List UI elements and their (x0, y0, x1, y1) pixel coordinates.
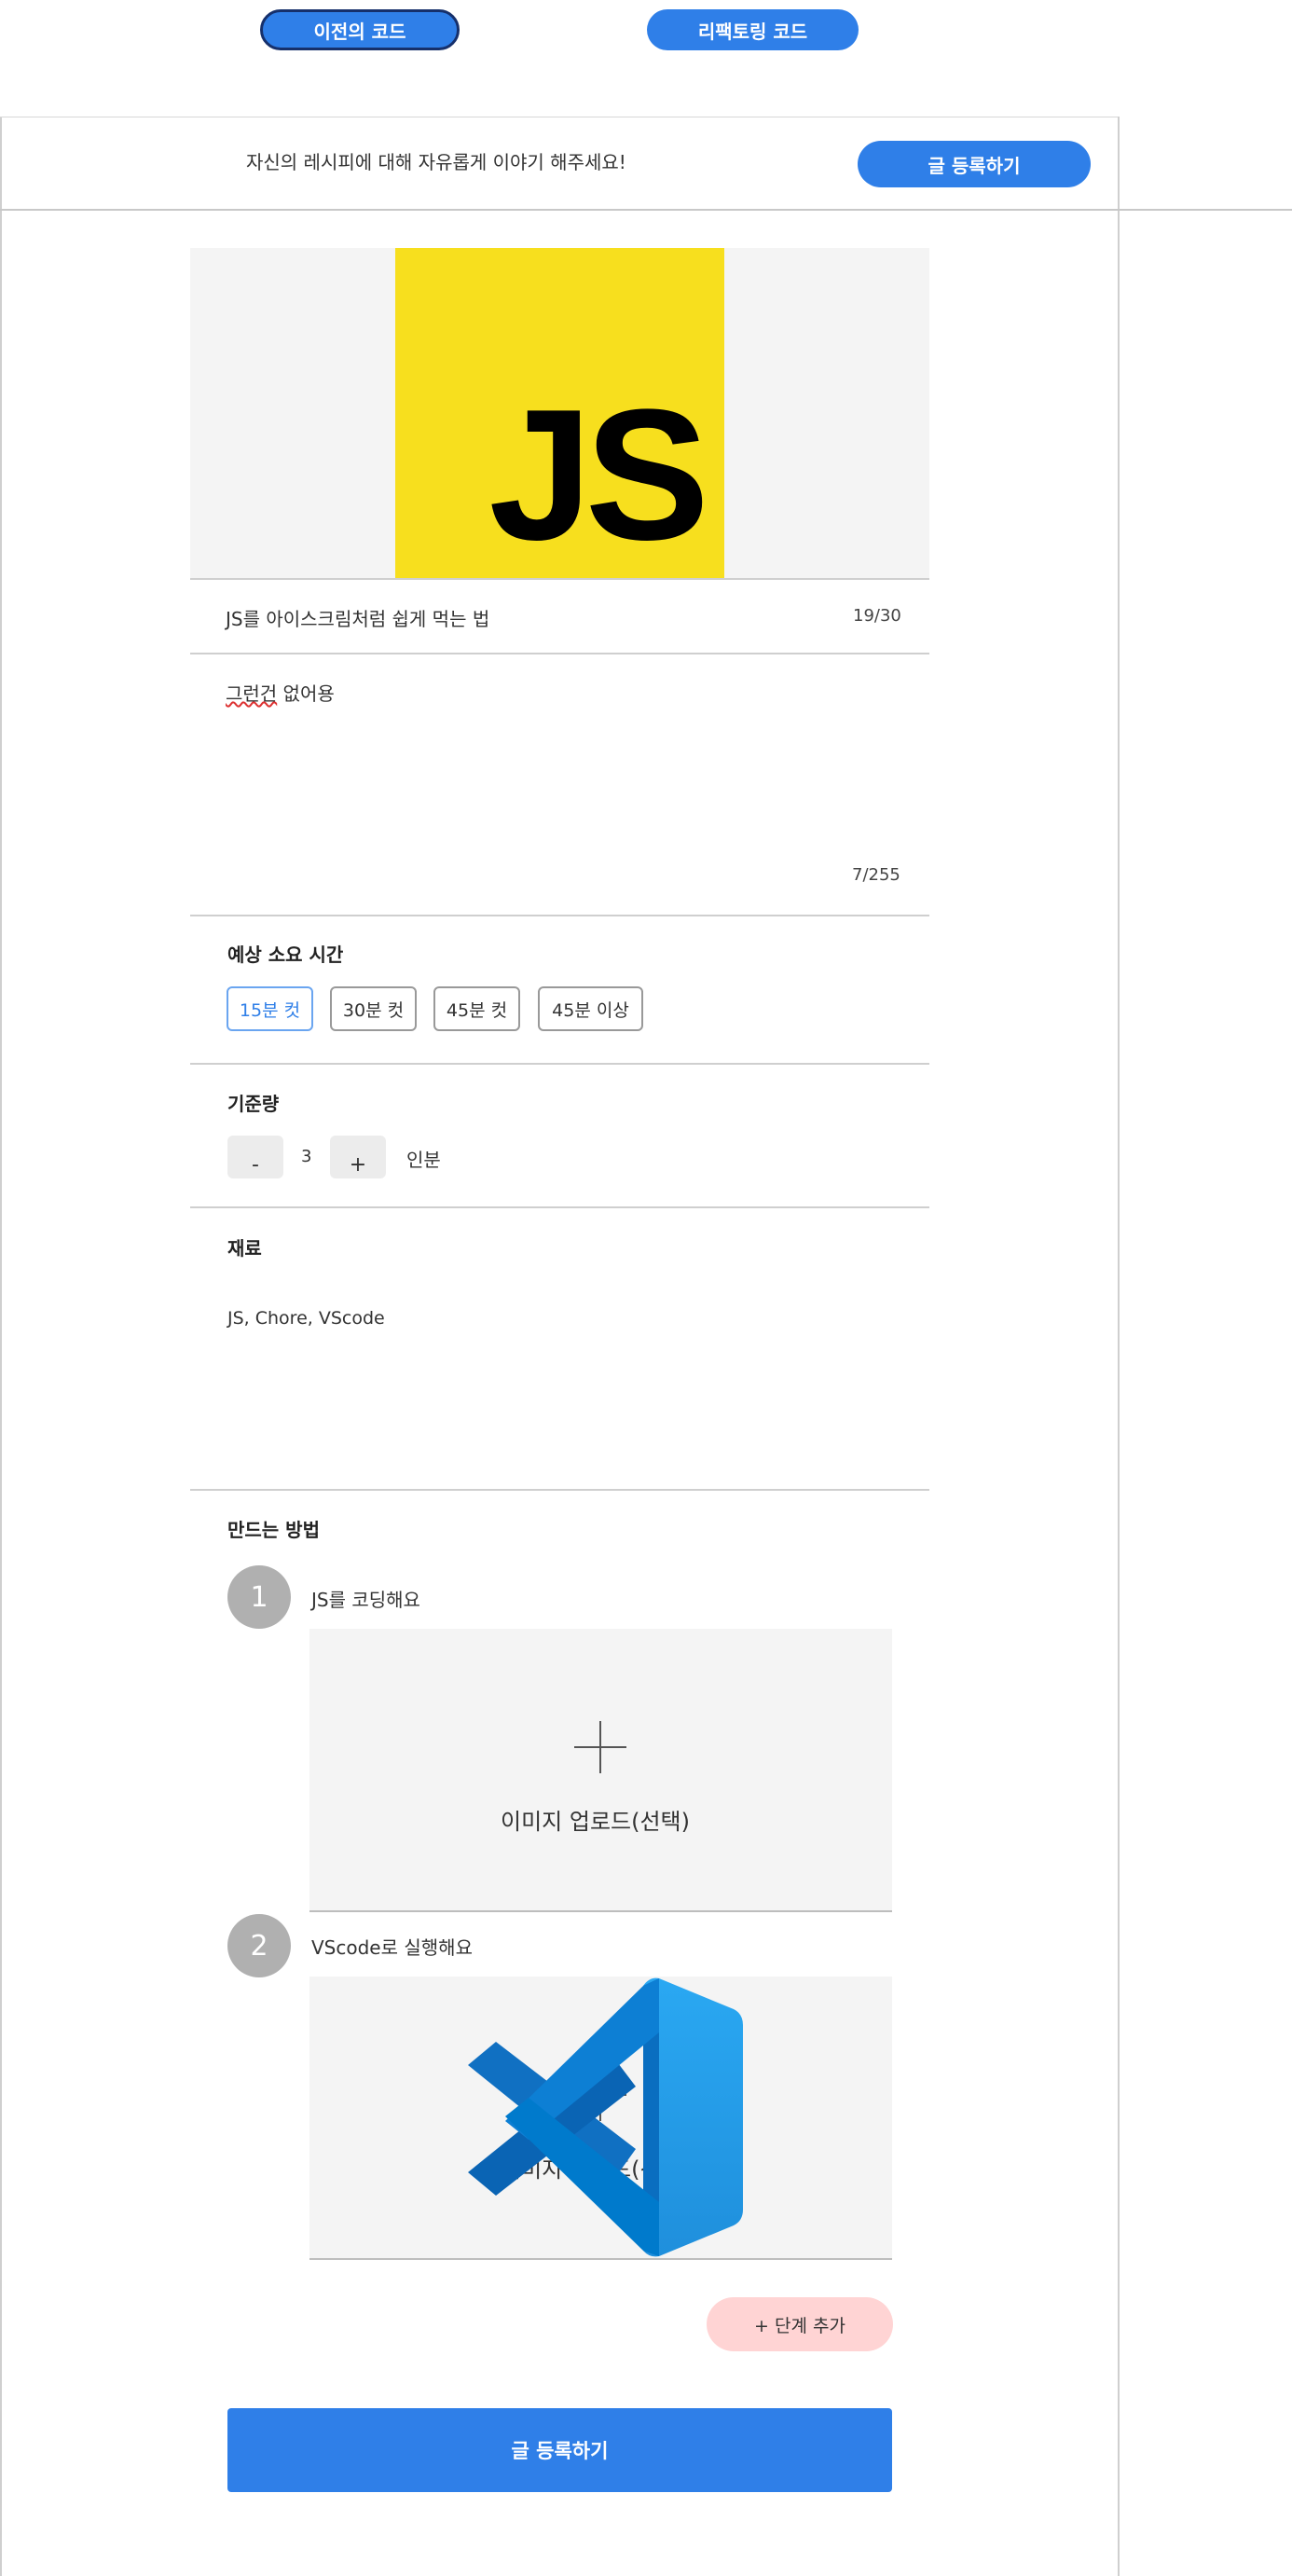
previous-code-button[interactable]: 이전의 코드 (260, 9, 460, 50)
header-bottom-border (0, 209, 1292, 211)
divider (190, 1489, 929, 1491)
step-number-badge: 2 (227, 1914, 291, 1977)
divider (190, 915, 929, 916)
header-prompt-text: 자신의 레시피에 대해 자유롭게 이야기 해주세요! (246, 151, 626, 173)
upload-label: 이미지 업로드(선택) (501, 1809, 690, 1835)
time-option-45-plus[interactable]: 45분 이상 (538, 986, 643, 1031)
divider (190, 578, 929, 580)
header-submit-button[interactable]: 글 등록하기 (858, 141, 1091, 187)
servings-unit: 인분 (406, 1149, 441, 1171)
title-char-counter: 19/30 (853, 606, 901, 626)
divider (190, 1063, 929, 1065)
frame-right-border (1118, 117, 1120, 2576)
ingredients-section-label: 재료 (227, 1237, 262, 1260)
vscode-logo-image (468, 1977, 743, 2257)
time-option-30[interactable]: 30분 컷 (330, 986, 417, 1031)
time-option-45[interactable]: 45분 컷 (433, 986, 520, 1031)
time-section-label: 예상 소요 시간 (227, 944, 344, 966)
recipe-description-textarea[interactable]: 그런건 없어용 (226, 679, 335, 706)
step-image-upload[interactable]: 이미지 업로드(선택) (309, 1629, 892, 1912)
ingredients-textarea[interactable]: JS, Chore, VScode (227, 1308, 385, 1329)
step-text-input[interactable]: JS를 코딩해요 (311, 1585, 420, 1612)
final-submit-button[interactable]: 글 등록하기 (227, 2408, 892, 2492)
frame-left-border (0, 117, 2, 2576)
description-char-counter: 7/255 (852, 865, 900, 885)
step-text-input[interactable]: VScode로 실행해요 (311, 1933, 473, 1960)
servings-value: 3 (301, 1147, 312, 1166)
servings-minus-button[interactable]: - (227, 1136, 283, 1178)
refactored-code-button[interactable]: 리팩토링 코드 (647, 9, 859, 50)
plus-icon-vertical (599, 1721, 601, 1773)
recipe-title-input[interactable]: JS를 아이스크림처럼 쉽게 먹는 법 (226, 604, 489, 631)
servings-section-label: 기준량 (227, 1093, 280, 1115)
servings-plus-button[interactable]: + (330, 1136, 386, 1178)
time-option-15[interactable]: 15분 컷 (227, 986, 313, 1031)
js-logo-image: JS (395, 248, 724, 578)
step-image-upload[interactable]: 이미지 업로드(선택) (309, 1977, 892, 2260)
misspelled-word: 그런건 (226, 682, 278, 705)
add-step-button[interactable]: + 단계 추가 (707, 2297, 893, 2351)
description-rest-text: 없어용 (277, 682, 335, 705)
step-number-badge: 1 (227, 1565, 291, 1629)
steps-section-label: 만드는 방법 (227, 1519, 320, 1541)
divider (190, 1206, 929, 1208)
divider (190, 653, 929, 654)
